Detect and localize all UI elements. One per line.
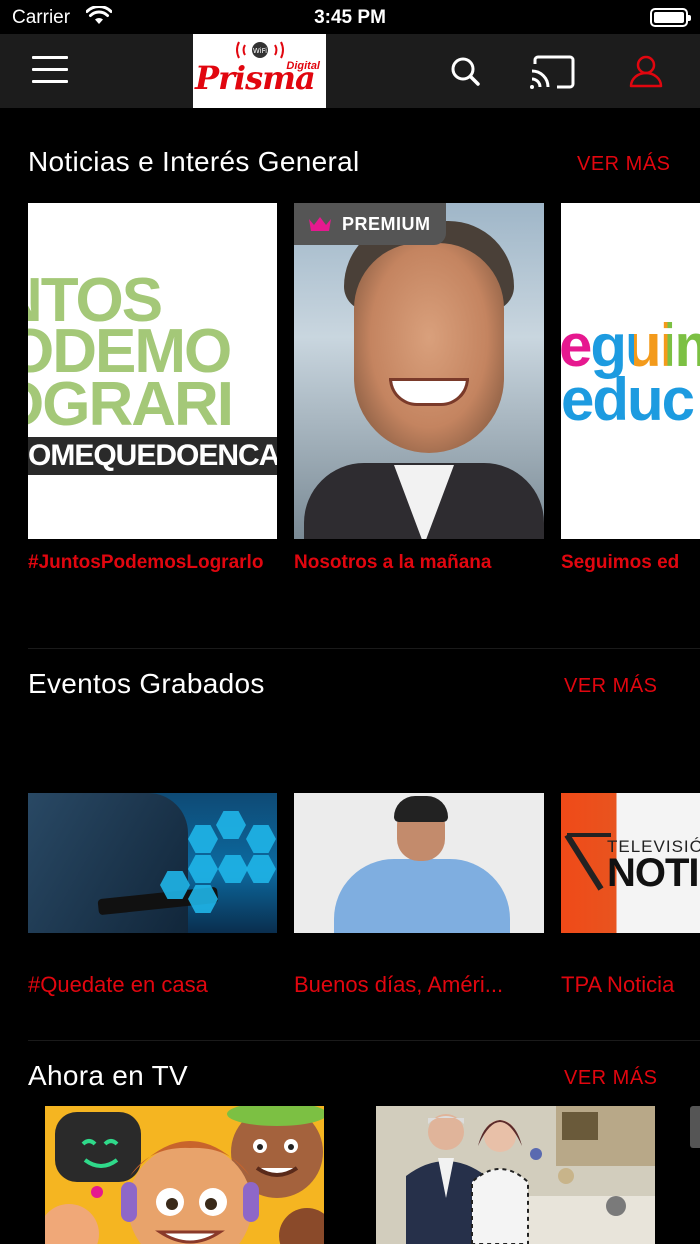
- card-title-tpa-noticias[interactable]: TPA Noticia: [561, 972, 700, 997]
- premium-badge: PREMIUM: [294, 203, 446, 245]
- thumbnail-tv-kids-show[interactable]: [45, 1106, 324, 1244]
- cast-icon[interactable]: [529, 54, 577, 95]
- card-title-nosotros-a-la-manana[interactable]: Nosotros a la mañana: [294, 550, 544, 575]
- card-title-seguimos-educando[interactable]: Seguimos ed: [561, 550, 700, 575]
- thumbnail-text-line: NOTI: [607, 851, 700, 895]
- thumbnail-tpa-noticias[interactable]: TELEVISIÓ NOTI: [561, 793, 700, 933]
- logo-subtitle: Digital: [286, 60, 320, 72]
- thumbnail-quedate-en-casa[interactable]: [28, 793, 277, 933]
- section-divider: [28, 1040, 700, 1041]
- thumbnail-seguimos-educando[interactable]: eguim educ: [561, 203, 700, 539]
- thumbnail-text-line: educ: [561, 366, 695, 433]
- thumbnail-nosotros-a-la-manana[interactable]: PREMIUM: [294, 203, 544, 539]
- tv-show-still-image: [376, 1106, 655, 1244]
- svg-text:WiFi: WiFi: [253, 47, 267, 55]
- top-navigation-bar: WiFi Prisma Digital: [0, 34, 700, 108]
- section-title-eventos-grabados: Eventos Grabados: [28, 668, 265, 699]
- card-title-juntos-podemos[interactable]: #JuntosPodemosLograrlo: [28, 550, 277, 575]
- search-icon[interactable]: [450, 56, 482, 93]
- premium-badge-label: PREMIUM: [342, 214, 431, 234]
- user-icon[interactable]: [628, 54, 664, 93]
- cartoon-characters-image: [45, 1106, 324, 1244]
- clock: 3:45 PM: [314, 7, 386, 28]
- presenter-photo: [354, 243, 504, 453]
- hamburger-menu-icon[interactable]: [32, 56, 68, 86]
- thumbnail-tv-drama-show[interactable]: [376, 1106, 655, 1244]
- thumbnail-buenos-dias-america[interactable]: [294, 793, 544, 933]
- crown-icon: [309, 217, 331, 231]
- ver-mas-eventos-link[interactable]: VER MÁS: [564, 675, 658, 698]
- ver-mas-ahora-en-tv-link[interactable]: VER MÁS: [564, 1067, 658, 1090]
- section-divider: [28, 648, 700, 649]
- card-title-quedate-en-casa[interactable]: #Quedate en casa: [28, 972, 277, 997]
- thumbnail-hashtag-band: OMEQUEDOENCA: [28, 437, 277, 475]
- thumbnail-juntos-podemos[interactable]: NTOS ODEMO OGRARI OMEQUEDOENCA: [28, 203, 277, 539]
- battery-icon: [650, 8, 691, 27]
- section-title-ahora-en-tv: Ahora en TV: [28, 1060, 188, 1091]
- app-logo[interactable]: WiFi Prisma Digital: [193, 34, 326, 108]
- status-bar: Carrier 3:45 PM: [0, 0, 700, 34]
- next-card-peek[interactable]: [690, 1106, 700, 1148]
- ver-mas-noticias-link[interactable]: VER MÁS: [577, 153, 671, 176]
- thumbnail-text-line: OGRARI: [28, 370, 234, 439]
- section-title-noticias: Noticias e Interés General: [28, 146, 360, 177]
- card-title-buenos-dias-america[interactable]: Buenos días, Améri...: [294, 972, 544, 997]
